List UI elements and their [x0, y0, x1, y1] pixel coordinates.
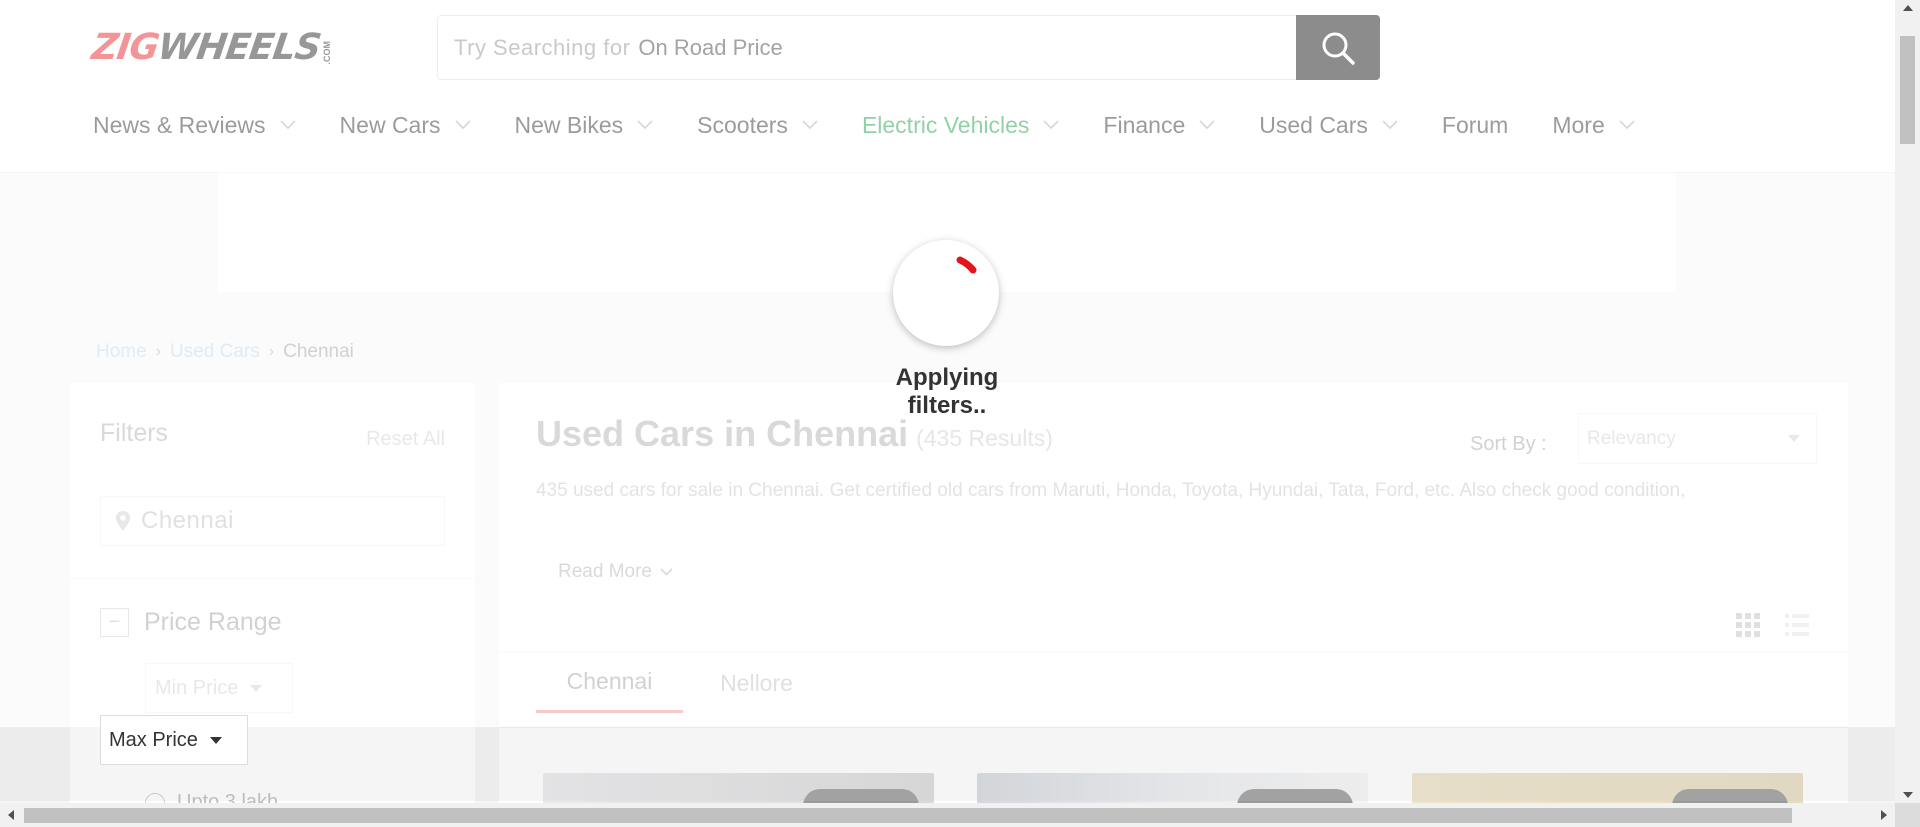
- caret-down-icon: [1788, 435, 1800, 442]
- location-pin-icon: [115, 510, 131, 532]
- search-input[interactable]: Try Searching for On Road Price: [438, 16, 1296, 79]
- bottom-strip: [0, 727, 1895, 801]
- results-count: (435 Results): [916, 425, 1053, 451]
- reset-all-link[interactable]: Reset All: [366, 428, 445, 451]
- vertical-scrollbar[interactable]: [1895, 0, 1920, 803]
- divider: [70, 578, 475, 579]
- chevron-down-icon: [279, 120, 296, 130]
- scroll-down-arrow-icon[interactable]: [1903, 792, 1913, 798]
- price-range-label: Price Range: [144, 608, 282, 636]
- price-range-toggle[interactable]: − Price Range: [100, 608, 282, 637]
- collapse-icon[interactable]: −: [100, 608, 129, 637]
- chevron-down-icon: [454, 120, 471, 130]
- nav-item-new-cars[interactable]: New Cars: [340, 112, 471, 139]
- breadcrumb: Home › Used Cars › Chennai: [96, 341, 354, 363]
- chevron-right-icon: ›: [268, 343, 275, 360]
- search-button[interactable]: [1296, 15, 1380, 80]
- listing-description: 435 used cars for sale in Chennai. Get c…: [536, 480, 1686, 501]
- scroll-left-arrow-icon[interactable]: [8, 810, 14, 820]
- breadcrumb-used-cars[interactable]: Used Cars: [170, 341, 260, 363]
- search-suggestion: On Road Price: [638, 34, 783, 60]
- nav-item-more[interactable]: More: [1552, 112, 1635, 139]
- grid-view-icon[interactable]: [1735, 612, 1761, 643]
- site-header: ZIGWHEELS .COM Try Searching for On Road…: [0, 0, 1895, 173]
- view-toggle: [1735, 612, 1810, 643]
- max-price-select[interactable]: Max Price: [100, 715, 248, 765]
- chevron-down-icon: [637, 120, 653, 130]
- search-placeholder: Try Searching for: [454, 34, 631, 60]
- divider: [499, 651, 1848, 652]
- nav-item-forum[interactable]: Forum: [1442, 112, 1508, 139]
- search-bar[interactable]: Try Searching for On Road Price: [437, 15, 1380, 80]
- vertical-scroll-thumb[interactable]: [1900, 36, 1915, 144]
- nav-item-scooters[interactable]: Scooters: [697, 112, 818, 139]
- tab-nellore[interactable]: Nellore: [683, 653, 830, 713]
- chevron-down-icon: [1382, 120, 1398, 130]
- scrollbar-corner: [1895, 803, 1920, 827]
- caret-down-icon: [209, 736, 222, 744]
- chevron-right-icon: ›: [155, 343, 162, 360]
- chevron-down-icon: [660, 568, 673, 576]
- tab-chennai[interactable]: Chennai: [536, 653, 683, 713]
- search-icon: [1322, 32, 1355, 65]
- scroll-right-arrow-icon[interactable]: [1881, 810, 1887, 820]
- breadcrumb-current: Chennai: [283, 341, 354, 362]
- horizontal-scrollbar[interactable]: [0, 803, 1895, 827]
- loading-text: Applying filters..: [895, 364, 999, 419]
- chevron-down-icon: [1043, 120, 1060, 130]
- nav-item-new-bikes[interactable]: New Bikes: [515, 112, 654, 139]
- chevron-down-icon: [1619, 120, 1635, 130]
- filters-title: Filters: [100, 419, 169, 447]
- chevron-down-icon: [802, 120, 818, 130]
- zigwheels-logo[interactable]: ZIGWHEELS .COM: [89, 27, 332, 68]
- nav-item-finance[interactable]: Finance: [1103, 112, 1215, 139]
- caret-down-icon: [250, 684, 263, 692]
- sort-label: Sort By :: [1470, 433, 1547, 455]
- nav-item-news-reviews[interactable]: News & Reviews: [93, 112, 296, 139]
- main-nav: News & Reviews New Cars New Bikes Scoote…: [93, 108, 1679, 142]
- read-more-link[interactable]: Read More: [558, 561, 673, 583]
- city-tabs: Chennai Nellore: [536, 653, 830, 713]
- nav-item-used-cars[interactable]: Used Cars: [1259, 112, 1398, 139]
- city-field[interactable]: Chennai: [100, 496, 445, 546]
- sort-select[interactable]: Relevancy: [1578, 413, 1817, 464]
- min-price-select[interactable]: Min Price: [145, 663, 293, 713]
- scroll-up-arrow-icon[interactable]: [1903, 5, 1913, 11]
- chevron-down-icon: [1199, 120, 1215, 130]
- list-view-icon[interactable]: [1784, 612, 1810, 643]
- breadcrumb-home[interactable]: Home: [96, 341, 147, 363]
- city-field-value: Chennai: [141, 507, 234, 534]
- loading-spinner: [893, 240, 999, 346]
- nav-item-electric-vehicles[interactable]: Electric Vehicles: [862, 112, 1060, 139]
- horizontal-scroll-thumb[interactable]: [24, 808, 1792, 823]
